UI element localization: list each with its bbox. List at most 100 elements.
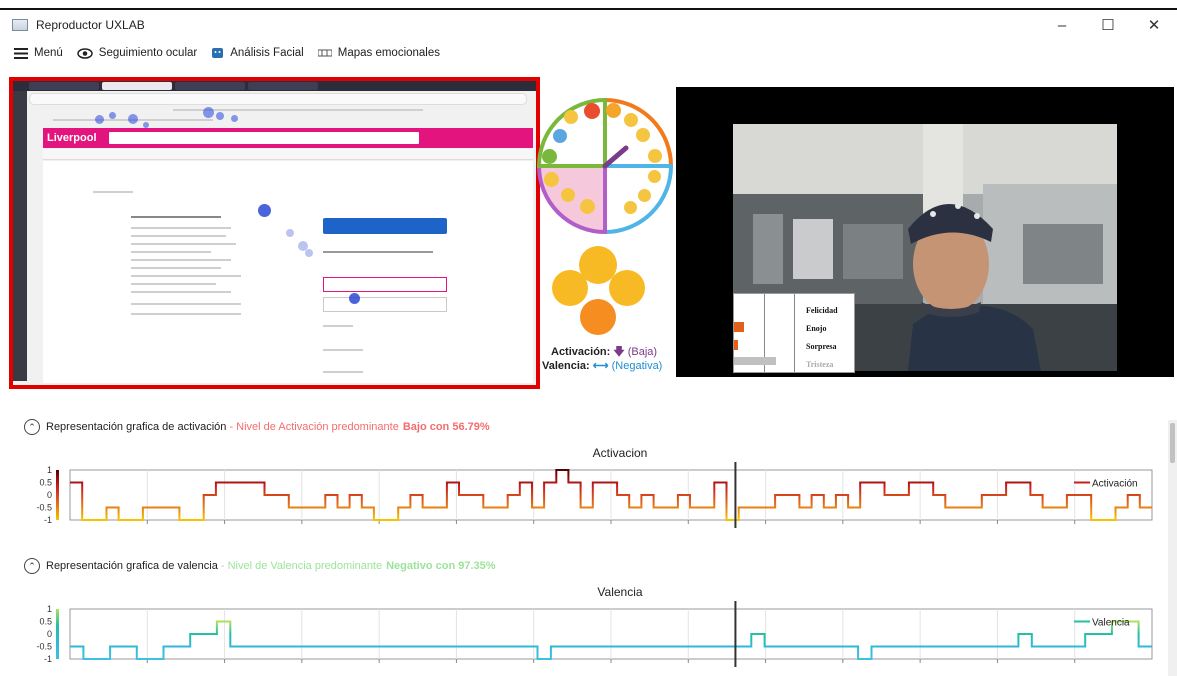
captured-site-page bbox=[43, 161, 533, 383]
legend-label: Valencia bbox=[1092, 618, 1130, 629]
emoji-grin-icon bbox=[636, 128, 650, 142]
emotion-bar bbox=[734, 357, 776, 365]
emoji-sleepy-icon bbox=[624, 201, 637, 214]
window-title: Reproductor UXLAB bbox=[36, 18, 145, 32]
emoji-crying-icon bbox=[580, 199, 595, 214]
gaze-point bbox=[231, 115, 238, 122]
y-tick-label: 0.5 bbox=[39, 478, 52, 488]
left-right-arrow-icon: ⟷ bbox=[592, 360, 609, 372]
emoji-relaxed-icon bbox=[638, 189, 651, 202]
activation-chart-title: Activacion bbox=[592, 446, 648, 460]
y-tick-label: 0 bbox=[47, 629, 52, 639]
captured-address-bar bbox=[29, 93, 527, 105]
gaze-point bbox=[349, 293, 360, 304]
captured-browser-tabs bbox=[13, 81, 536, 91]
emoji-calm-icon bbox=[648, 170, 661, 183]
y-tick-label: -1 bbox=[44, 515, 52, 525]
y-tick-label: 1 bbox=[47, 465, 52, 475]
gaze-point bbox=[128, 114, 138, 124]
hamburger-icon bbox=[14, 47, 28, 59]
valence-chart-title: Valencia bbox=[597, 585, 643, 599]
emoji-sad-icon bbox=[564, 110, 578, 124]
emotion-bar bbox=[734, 340, 738, 350]
emoji-tearful-icon bbox=[552, 270, 588, 306]
menu-item-facial-analysis[interactable]: Análisis Facial bbox=[211, 47, 304, 59]
top-border bbox=[0, 0, 1177, 10]
collapse-up-icon[interactable]: ⌃ bbox=[24, 419, 40, 435]
emoji-smile-icon bbox=[606, 103, 621, 118]
valence-indicator: Valencia: ⟷ (Negativa) bbox=[542, 359, 662, 372]
valence-value: (Negativa) bbox=[611, 360, 663, 372]
y-tick-label: 1 bbox=[47, 604, 52, 614]
face-icon bbox=[211, 47, 224, 59]
menu-item-menu[interactable]: Menú bbox=[14, 47, 63, 59]
emotion-label: Tristeza bbox=[806, 360, 834, 369]
valence-chart: 1 0.5 0 -0.5 -1 Valencia bbox=[36, 601, 1153, 667]
collapse-up-icon[interactable]: ⌃ bbox=[24, 558, 40, 574]
activation-summary-prefix: Nivel de Activación predominante bbox=[236, 421, 399, 433]
window-controls: – ☐ ✕ bbox=[1039, 10, 1177, 40]
emoji-laugh-icon bbox=[624, 113, 638, 127]
emotion-probability-table: Felicidad Enojo Sorpresa Tristeza bbox=[733, 293, 855, 373]
activation-chart: 1 0.5 0 -0.5 -1 Activación bbox=[36, 462, 1153, 528]
y-tick-label: 0 bbox=[47, 490, 52, 500]
menu-item-label: Menú bbox=[34, 47, 63, 59]
gaze-point bbox=[109, 112, 116, 119]
legend-label: Activación bbox=[1092, 479, 1138, 490]
valence-label: Valencia: bbox=[542, 360, 590, 372]
activation-value: (Baja) bbox=[627, 346, 658, 358]
activation-separator: - bbox=[226, 421, 237, 433]
activation-summary-value: Bajo con 56.79% bbox=[402, 421, 490, 433]
emoji-worried-icon bbox=[561, 188, 575, 202]
emotion-label: Sorpresa bbox=[806, 342, 837, 351]
activation-heading: Representación grafica de activación bbox=[46, 421, 227, 433]
captured-site-search bbox=[109, 132, 419, 144]
valence-summary-value: Negativo con 97.35% bbox=[386, 560, 496, 572]
emoji-angry-icon bbox=[584, 103, 600, 119]
minimize-button[interactable]: – bbox=[1039, 10, 1085, 40]
activation-label: Activación: bbox=[551, 346, 611, 358]
emotion-label: Enojo bbox=[806, 324, 827, 333]
menu-item-emotion-maps[interactable]: Mapas emocionales bbox=[317, 47, 441, 59]
down-arrow-icon: 🡇 bbox=[613, 346, 625, 358]
app-icon bbox=[12, 19, 28, 31]
map-icon bbox=[317, 48, 332, 58]
captured-blue-button bbox=[323, 218, 447, 234]
emoji-furious-icon bbox=[580, 299, 616, 335]
scrollbar-thumb[interactable] bbox=[1170, 423, 1175, 463]
menu-item-label: Mapas emocionales bbox=[337, 47, 441, 59]
eye-icon bbox=[77, 47, 93, 59]
gaze-point bbox=[216, 112, 224, 120]
valence-separator: - bbox=[217, 560, 228, 572]
valence-heading: Representación grafica de valencia bbox=[46, 560, 218, 572]
gaze-point bbox=[143, 122, 149, 128]
emotion-label: Felicidad bbox=[806, 306, 838, 315]
y-tick-label: -0.5 bbox=[36, 503, 52, 513]
menu-item-label: Análisis Facial bbox=[230, 47, 304, 59]
y-tick-label: -1 bbox=[44, 654, 52, 664]
gaze-point bbox=[305, 249, 313, 257]
emoji-sick-icon bbox=[542, 149, 557, 164]
eye-tracking-capture[interactable]: Liverpool bbox=[9, 77, 540, 389]
emoji-frown-icon bbox=[609, 270, 645, 306]
emoji-happy-icon bbox=[648, 149, 662, 163]
colorscale-bar bbox=[56, 609, 59, 659]
title-bar: Reproductor UXLAB – ☐ ✕ bbox=[0, 10, 1177, 40]
valence-section-header: ⌃ Representación grafica de valencia - N… bbox=[24, 558, 496, 574]
colorscale-bar bbox=[56, 470, 59, 520]
close-button[interactable]: ✕ bbox=[1131, 10, 1177, 40]
gaze-point bbox=[203, 107, 214, 118]
y-tick-label: -0.5 bbox=[36, 642, 52, 652]
menu-bar: Menú Seguimiento ocular Análisis Facial … bbox=[0, 42, 1177, 64]
emotion-bar bbox=[734, 322, 744, 332]
captured-taskbar bbox=[13, 91, 27, 381]
captured-site-logo: Liverpool bbox=[47, 132, 97, 144]
y-tick-label: 0.5 bbox=[39, 617, 52, 627]
emoji-cold-icon bbox=[553, 129, 567, 143]
gaze-point bbox=[286, 229, 294, 237]
menu-item-eye-tracking[interactable]: Seguimiento ocular bbox=[77, 47, 197, 59]
emoji-scared-icon bbox=[544, 172, 559, 187]
maximize-button[interactable]: ☐ bbox=[1085, 10, 1131, 40]
valence-summary-prefix: Nivel de Valencia predominante bbox=[227, 560, 383, 572]
captured-site-nav bbox=[43, 149, 533, 160]
